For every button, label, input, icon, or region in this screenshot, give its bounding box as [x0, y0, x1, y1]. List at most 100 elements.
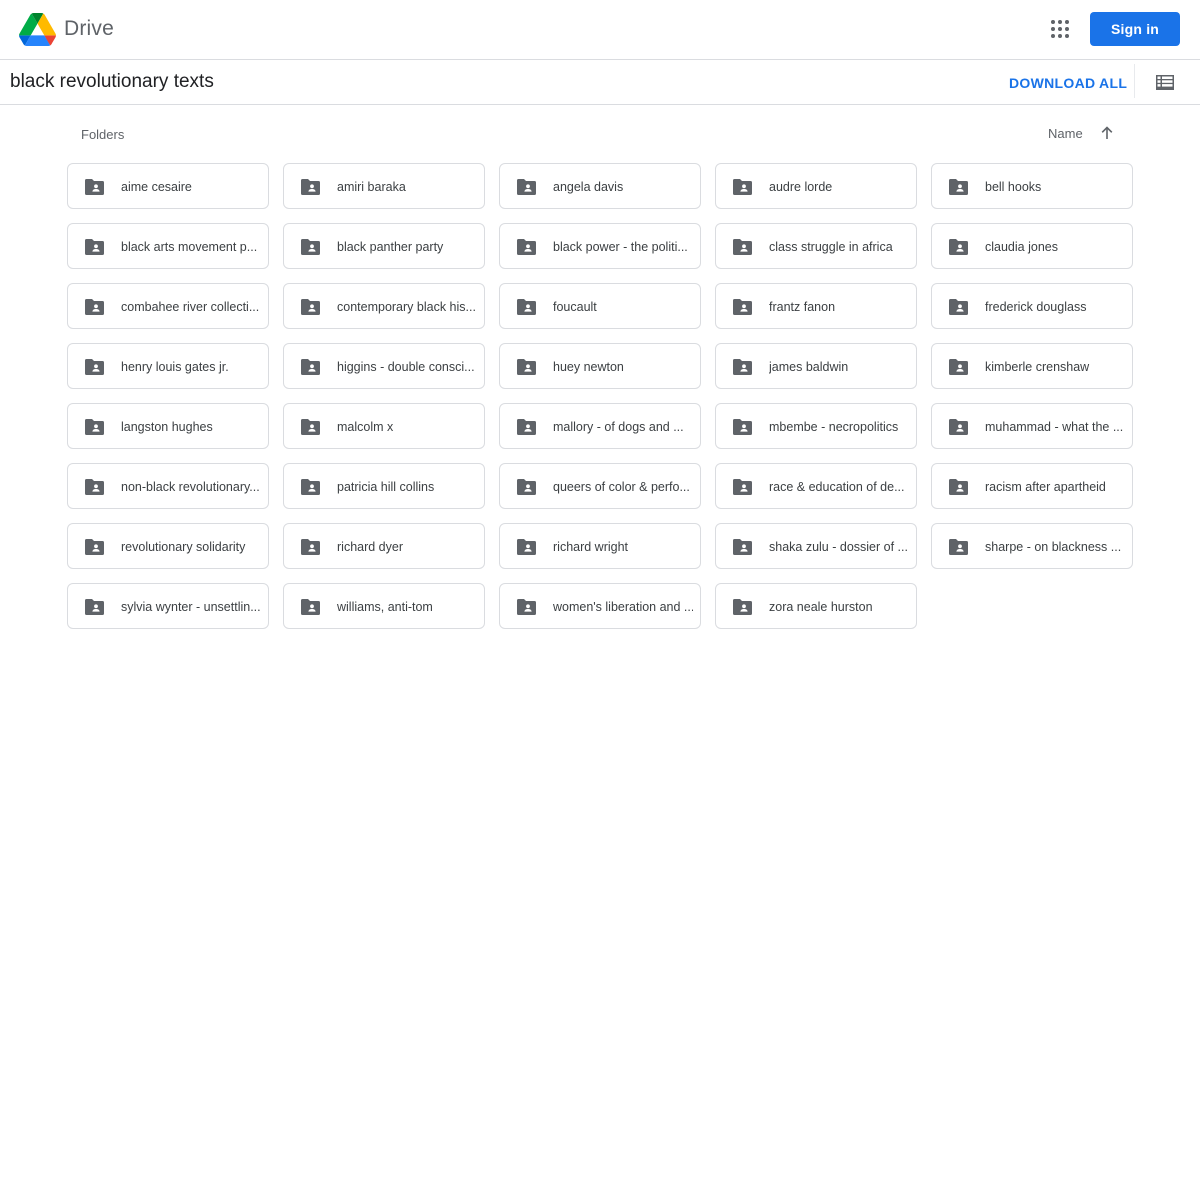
sort-by-name-button[interactable]: Name [1048, 126, 1083, 141]
folder-tile[interactable]: richard wright [499, 523, 701, 569]
shared-folder-icon [301, 359, 320, 375]
folder-name: huey newton [553, 360, 624, 374]
shared-folder-icon [733, 239, 752, 255]
folder-name: kimberle crenshaw [985, 360, 1090, 374]
folder-name: langston hughes [121, 420, 213, 434]
folder-name: queers of color & perfo... [553, 480, 690, 494]
shared-folder-icon [949, 239, 968, 255]
folder-tile[interactable]: black arts movement p... [67, 223, 269, 269]
list-view-icon[interactable] [1156, 75, 1174, 90]
folder-name: contemporary black his... [337, 300, 476, 314]
folder-tile[interactable]: frederick douglass [931, 283, 1133, 329]
folder-tile[interactable]: race & education of de... [715, 463, 917, 509]
folder-name: non-black revolutionary... [121, 480, 260, 494]
folder-tile[interactable]: foucault [499, 283, 701, 329]
folder-tile[interactable]: james baldwin [715, 343, 917, 389]
shared-folder-icon [301, 419, 320, 435]
folder-name: malcolm x [337, 420, 394, 434]
shared-folder-icon [949, 179, 968, 195]
shared-folder-icon [733, 299, 752, 315]
shared-folder-icon [517, 239, 536, 255]
folder-name: frederick douglass [985, 300, 1087, 314]
page-title: black revolutionary texts [10, 71, 214, 92]
shared-folder-icon [517, 299, 536, 315]
folder-tile[interactable]: williams, anti-tom [283, 583, 485, 629]
folder-toolbar: black revolutionary texts DOWNLOAD ALL [0, 60, 1200, 105]
folder-tile[interactable]: aime cesaire [67, 163, 269, 209]
folder-tile[interactable]: non-black revolutionary... [67, 463, 269, 509]
folder-tile[interactable]: huey newton [499, 343, 701, 389]
folder-tile[interactable]: patricia hill collins [283, 463, 485, 509]
folder-tile[interactable]: combahee river collecti... [67, 283, 269, 329]
folder-name: richard dyer [337, 540, 403, 554]
folder-name: women's liberation and ... [553, 600, 693, 614]
shared-folder-icon [301, 539, 320, 555]
folder-tile[interactable]: mbembe - necropolitics [715, 403, 917, 449]
folder-tile[interactable]: revolutionary solidarity [67, 523, 269, 569]
folder-tile[interactable]: malcolm x [283, 403, 485, 449]
shared-folder-icon [301, 239, 320, 255]
folder-tile[interactable]: shaka zulu - dossier of ... [715, 523, 917, 569]
shared-folder-icon [85, 359, 104, 375]
shared-folder-icon [85, 179, 104, 195]
folder-name: audre lorde [769, 180, 833, 194]
folder-tile[interactable]: mallory - of dogs and ... [499, 403, 701, 449]
shared-folder-icon [949, 539, 968, 555]
shared-folder-icon [733, 539, 752, 555]
folder-tile[interactable]: amiri baraka [283, 163, 485, 209]
shared-folder-icon [949, 359, 968, 375]
folder-tile[interactable]: frantz fanon [715, 283, 917, 329]
top-bar: Drive Sign in [0, 0, 1200, 60]
folder-name: sharpe - on blackness ... [985, 540, 1122, 554]
folder-name: richard wright [553, 540, 629, 554]
folder-name: race & education of de... [769, 480, 905, 494]
shared-folder-icon [733, 359, 752, 375]
folder-tile[interactable]: richard dyer [283, 523, 485, 569]
folder-tile[interactable]: contemporary black his... [283, 283, 485, 329]
folder-tile[interactable]: sylvia wynter - unsettlin... [67, 583, 269, 629]
folder-tile[interactable]: zora neale hurston [715, 583, 917, 629]
folder-tile[interactable]: audre lorde [715, 163, 917, 209]
folder-tile[interactable]: sharpe - on blackness ... [931, 523, 1133, 569]
folder-name: sylvia wynter - unsettlin... [121, 600, 261, 614]
folder-tile[interactable]: racism after apartheid [931, 463, 1133, 509]
folder-tile[interactable]: black power - the politi... [499, 223, 701, 269]
folder-name: black panther party [337, 240, 444, 254]
folder-tile[interactable]: bell hooks [931, 163, 1133, 209]
shared-folder-icon [517, 599, 536, 615]
folder-name: henry louis gates jr. [121, 360, 229, 374]
shared-folder-icon [949, 419, 968, 435]
folder-name: foucault [553, 300, 597, 314]
download-all-button[interactable]: DOWNLOAD ALL [1000, 70, 1136, 96]
sign-in-button[interactable]: Sign in [1090, 12, 1180, 46]
folder-tile[interactable]: langston hughes [67, 403, 269, 449]
folder-tile[interactable]: class struggle in africa [715, 223, 917, 269]
shared-folder-icon [85, 479, 104, 495]
shared-folder-icon [301, 599, 320, 615]
folder-name: black arts movement p... [121, 240, 258, 254]
folder-tile[interactable]: higgins - double consci... [283, 343, 485, 389]
arrow-up-icon[interactable] [1100, 126, 1114, 140]
folder-tile[interactable]: angela davis [499, 163, 701, 209]
folder-tile[interactable]: black panther party [283, 223, 485, 269]
folder-name: mbembe - necropolitics [769, 420, 899, 434]
folder-name: revolutionary solidarity [121, 540, 246, 554]
shared-folder-icon [733, 179, 752, 195]
shared-folder-icon [85, 239, 104, 255]
folder-name: class struggle in africa [769, 240, 893, 254]
folder-tile[interactable]: women's liberation and ... [499, 583, 701, 629]
drive-logo-icon[interactable] [19, 13, 56, 46]
folder-name: aime cesaire [121, 180, 192, 194]
folder-tile[interactable]: kimberle crenshaw [931, 343, 1133, 389]
folder-tile[interactable]: claudia jones [931, 223, 1133, 269]
folder-tile[interactable]: muhammad - what the ... [931, 403, 1133, 449]
shared-folder-icon [301, 299, 320, 315]
shared-folder-icon [949, 479, 968, 495]
folder-tile[interactable]: henry louis gates jr. [67, 343, 269, 389]
apps-grid-icon[interactable] [1049, 18, 1071, 40]
shared-folder-icon [517, 479, 536, 495]
shared-folder-icon [301, 479, 320, 495]
folder-tile[interactable]: queers of color & perfo... [499, 463, 701, 509]
shared-folder-icon [517, 179, 536, 195]
shared-folder-icon [733, 599, 752, 615]
